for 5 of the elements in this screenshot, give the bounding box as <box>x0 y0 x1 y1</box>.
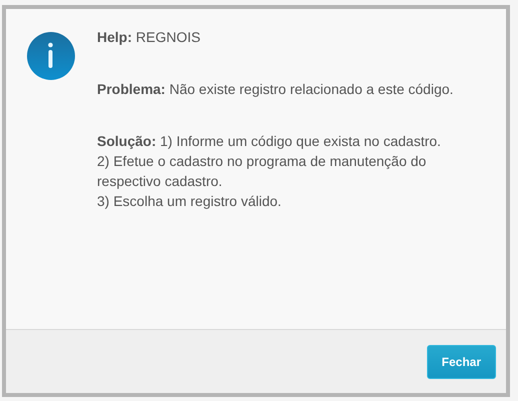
info-icon <box>26 31 76 81</box>
close-button[interactable]: Fechar <box>426 344 496 378</box>
help-text: Problema: Não existe registro relacionado a este código. <box>97 80 454 99</box>
help-text: Help: REGNOIS <box>97 28 202 47</box>
help-text: Solução: 1) Informe um código que exista no cadastro. 2) Efetue o cadastro no programa de manutenção do respectivo cadastro. 3) Escolha um registro válido. <box>97 132 442 211</box>
